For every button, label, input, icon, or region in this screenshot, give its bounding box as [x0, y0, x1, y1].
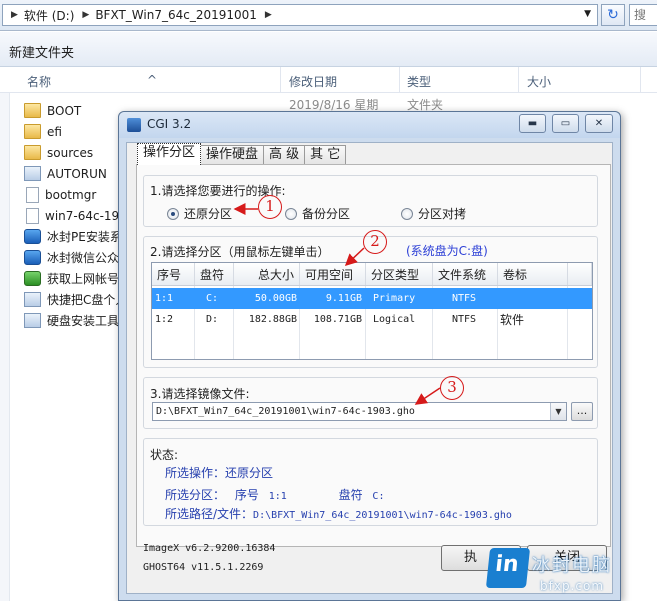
annotation-arrows — [233, 203, 441, 405]
watermark-url: bfxp.com — [540, 579, 605, 593]
tab-partition-ops[interactable]: 操作分区 — [137, 143, 202, 165]
annotation-1: 1 — [258, 195, 282, 219]
watermark-text: 冰封电脑 — [532, 555, 612, 576]
watermark-logo: in — [485, 548, 531, 588]
annotation-arrow-2 — [344, 247, 365, 267]
annotation-3: 3 — [440, 376, 464, 400]
annotation-arrow-3 — [414, 387, 441, 405]
annotation-2: 2 — [363, 230, 387, 254]
watermark: in 冰封电脑 bfxp.com — [482, 545, 657, 601]
watermark-logo-text: in — [494, 552, 520, 577]
